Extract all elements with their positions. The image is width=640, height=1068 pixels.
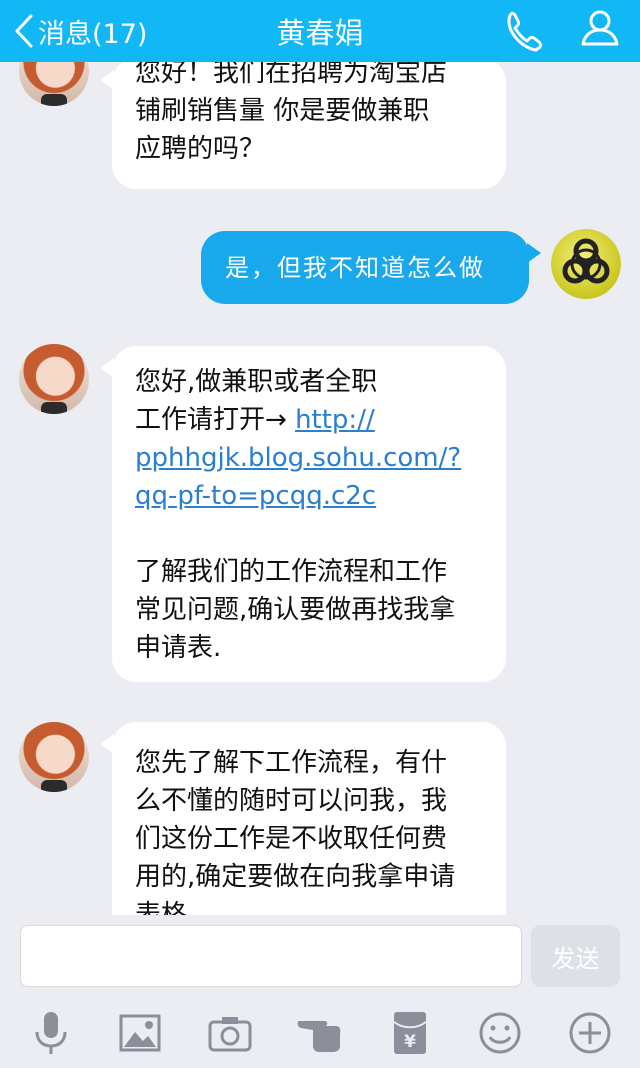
red-packet-icon[interactable]: ¥ xyxy=(385,1008,435,1058)
camera-icon[interactable] xyxy=(205,1008,255,1058)
image-icon[interactable] xyxy=(115,1008,165,1058)
message-input[interactable] xyxy=(20,925,522,987)
message-text: 应聘的吗？ xyxy=(135,134,266,164)
back-button[interactable]: 消息(17) xyxy=(14,0,147,62)
message-bubble-sent[interactable]: 是，但我不知道怎么做 xyxy=(201,231,541,304)
plus-icon[interactable] xyxy=(565,1008,615,1058)
send-button[interactable]: 发送 xyxy=(531,925,620,987)
chat-area[interactable]: 您好！我们在招聘为淘宝店 铺刷销售量 你是要做兼职 应聘的吗？ 是，但我不知道怎… xyxy=(0,62,640,915)
message-text: 了解我们的工作流程和工作 xyxy=(135,557,448,587)
phone-icon[interactable] xyxy=(500,0,548,62)
emoji-icon[interactable] xyxy=(475,1008,525,1058)
message-text: 是，但我不知道怎么做 xyxy=(225,253,485,282)
svg-text:¥: ¥ xyxy=(404,1032,416,1052)
chat-header: 消息(17) 黄春娟 xyxy=(0,0,640,62)
contact-avatar[interactable] xyxy=(19,344,89,414)
message-bubble-received[interactable]: 您好,做兼职或者全职 工作请打开→ http:// pphhgjk.blog.s… xyxy=(100,346,506,682)
my-avatar-biohazard-icon[interactable] xyxy=(551,229,621,299)
profile-icon[interactable] xyxy=(578,0,622,62)
message-link[interactable]: qq-pf-to=pcqq.c2c xyxy=(135,477,461,515)
input-bar: 发送 ¥ xyxy=(0,915,640,1068)
message-text: 申请表. xyxy=(135,633,222,663)
contact-avatar[interactable] xyxy=(19,722,89,792)
chevron-left-icon xyxy=(15,14,33,48)
message-text: 您好！我们在招聘为淘宝店 xyxy=(135,62,448,88)
message-text: 您先了解下工作流程，有什 xyxy=(135,748,448,778)
contact-avatar[interactable] xyxy=(19,62,89,106)
message-text: 工作请打开→ xyxy=(135,405,296,435)
microphone-icon[interactable] xyxy=(26,1008,76,1058)
message-text: 您好,做兼职或者全职 xyxy=(135,367,378,397)
message-text: 铺刷销售量 你是要做兼职 xyxy=(135,96,430,126)
back-label: 消息(17) xyxy=(38,18,148,50)
message-text: 表格 xyxy=(135,900,188,915)
message-bubble-received[interactable]: 您好！我们在招聘为淘宝店 铺刷销售量 你是要做兼职 应聘的吗？ xyxy=(100,62,506,189)
message-bubble-received[interactable]: 您先了解下工作流程，有什 么不懂的随时可以问我，我 们这份工作是不收取任何费 用… xyxy=(100,722,506,915)
message-text: 们这份工作是不收取任何费 xyxy=(135,824,448,854)
message-link[interactable]: pphhgjk.blog.sohu.com/? xyxy=(135,439,461,477)
message-text: 用的,确定要做在向我拿申请 xyxy=(135,862,456,892)
message-text: 常见问题,确认要做再找我拿 xyxy=(135,595,456,625)
poke-icon[interactable] xyxy=(295,1008,345,1058)
message-text: 么不懂的随时可以问我，我 xyxy=(135,786,448,816)
message-link[interactable]: http:// xyxy=(295,405,375,435)
